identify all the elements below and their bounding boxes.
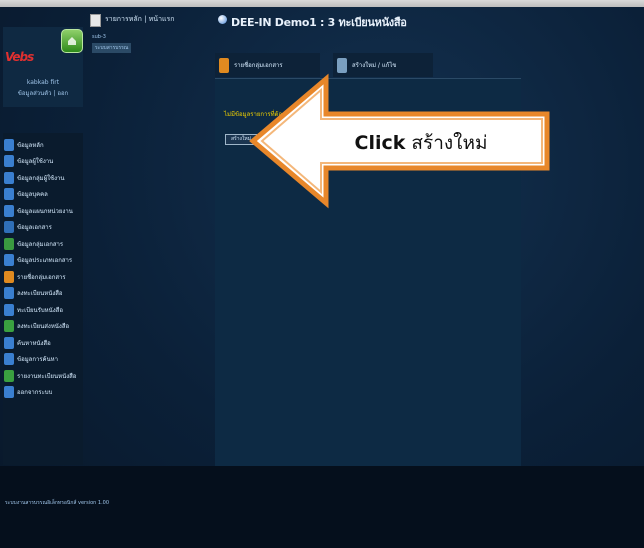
menu-icon: [4, 138, 14, 151]
folder-icon: [219, 57, 229, 73]
menu-icon: [4, 221, 14, 233]
menu-icon: [4, 336, 14, 349]
menu-icon: [4, 237, 14, 250]
sidebar-item[interactable]: ลงทะเบียนหนังสือ: [3, 286, 83, 301]
menu-icon: [4, 155, 14, 167]
page-title: DEE-IN Demo1 : 3 ทะเบียนหนังสือ: [231, 16, 407, 29]
document-icon: [90, 14, 101, 27]
callout-label: Click สร้างใหม่: [316, 127, 526, 159]
sidebar-item[interactable]: ข้อมูลประเภทเอกสาร: [3, 253, 83, 268]
menu-icon: [4, 287, 14, 299]
globe-icon: [218, 15, 227, 24]
app-logo: Vebs: [5, 50, 34, 64]
sidebar-item-label: ข้อมูลประเภทเอกสาร: [17, 257, 73, 264]
sidebar-item-label: รายงานทะเบียนหนังสือ: [17, 372, 77, 380]
sidebar-item-label: ทะเบียนรับหนังสือ: [17, 306, 63, 314]
logo-area: Vebs kabkab firt ข้อมูลส่วนตัว | ออก: [3, 27, 83, 107]
sidebar-item[interactable]: ทะเบียนรับหนังสือ: [3, 302, 83, 317]
menu-icon: [4, 303, 14, 316]
user-links[interactable]: ข้อมูลส่วนตัว | ออก: [13, 88, 73, 98]
sidebar: Vebs kabkab firt ข้อมูลส่วนตัว | ออก ข้อ…: [3, 27, 83, 465]
menu-icon: [4, 353, 14, 365]
menu-icon: [4, 204, 14, 217]
menu-icon: [4, 188, 14, 200]
menu-icon: [4, 386, 14, 398]
sidebar-item[interactable]: ข้อมูลบุคคล: [3, 187, 83, 202]
sidebar-item-label: ข้อมูลกลุ่มผู้ใช้งาน: [17, 174, 65, 182]
sidebar-item[interactable]: รายงานทะเบียนหนังสือ: [3, 368, 83, 383]
sidebar-item[interactable]: ลงทะเบียนส่งหนังสือ: [3, 319, 83, 334]
sidebar-item-label: ข้อมูลบุคคล: [17, 191, 48, 198]
header: รายการหลัก | หน้าแรก sub-3 ระบบสารบรรณ D…: [85, 7, 525, 53]
home-icon[interactable]: [61, 29, 83, 53]
sidebar-item-label: รายชื่อกลุ่มเอกสาร: [17, 273, 66, 281]
breadcrumb[interactable]: รายการหลัก | หน้าแรก: [105, 14, 175, 25]
callout-arrow: Click สร้างใหม่: [241, 67, 561, 222]
sidebar-item[interactable]: ข้อมูลหลัก: [3, 137, 83, 152]
sidebar-item[interactable]: ข้อมูลกลุ่มผู้ใช้งาน: [3, 170, 83, 185]
sidebar-item[interactable]: ข้อมูลเอกสาร: [3, 220, 83, 235]
sidebar-item[interactable]: ข้อมูลกลุ่มเอกสาร: [3, 236, 83, 251]
browser-top-strip: [0, 0, 644, 7]
sidebar-item[interactable]: ข้อมูลแผนกหน่วยงาน: [3, 203, 83, 218]
sub-value: ระบบสารบรรณ: [92, 43, 132, 53]
sidebar-item-label: ลงทะเบียนส่งหนังสือ: [17, 323, 70, 330]
footer-text: ระบบงานสารบรรณอิเล็กทรอนิกส์ version 1.0…: [5, 500, 110, 506]
sidebar-menu: ข้อมูลหลักข้อมูลผู้ใช้งานข้อมูลกลุ่มผู้ใ…: [3, 133, 83, 465]
sidebar-item[interactable]: ข้อมูลการค้นหา: [3, 352, 83, 367]
sidebar-item-label: ข้อมูลเอกสาร: [17, 224, 52, 231]
sidebar-item-label: ลงทะเบียนหนังสือ: [17, 290, 63, 297]
sidebar-item[interactable]: ข้อมูลผู้ใช้งาน: [3, 154, 83, 169]
user-name: kabkab firt: [26, 79, 60, 86]
sidebar-item[interactable]: ออกจากระบบ: [3, 385, 83, 400]
sidebar-item-label: ข้อมูลการค้นหา: [17, 356, 59, 363]
callout-text: สร้างใหม่: [405, 132, 488, 154]
sidebar-item-label: ค้นหาหนังสือ: [17, 339, 51, 347]
sidebar-item-label: ข้อมูลหลัก: [17, 141, 44, 149]
sidebar-item-label: ข้อมูลกลุ่มเอกสาร: [17, 240, 64, 248]
sub-label: sub-3: [92, 34, 106, 40]
sidebar-item[interactable]: รายชื่อกลุ่มเอกสาร: [3, 269, 83, 284]
menu-icon: [4, 270, 14, 283]
sidebar-item-label: ข้อมูลผู้ใช้งาน: [17, 158, 54, 165]
callout-bold-text: Click: [354, 132, 406, 154]
menu-icon: [4, 171, 14, 184]
sidebar-item-label: ข้อมูลแผนกหน่วยงาน: [17, 207, 73, 215]
footer: ระบบงานสารบรรณอิเล็กทรอนิกส์ version 1.0…: [0, 466, 644, 548]
menu-icon: [4, 369, 14, 382]
menu-icon: [4, 320, 14, 332]
menu-icon: [4, 254, 14, 266]
sidebar-item[interactable]: ค้นหาหนังสือ: [3, 335, 83, 350]
sidebar-item-label: ออกจากระบบ: [17, 389, 53, 396]
